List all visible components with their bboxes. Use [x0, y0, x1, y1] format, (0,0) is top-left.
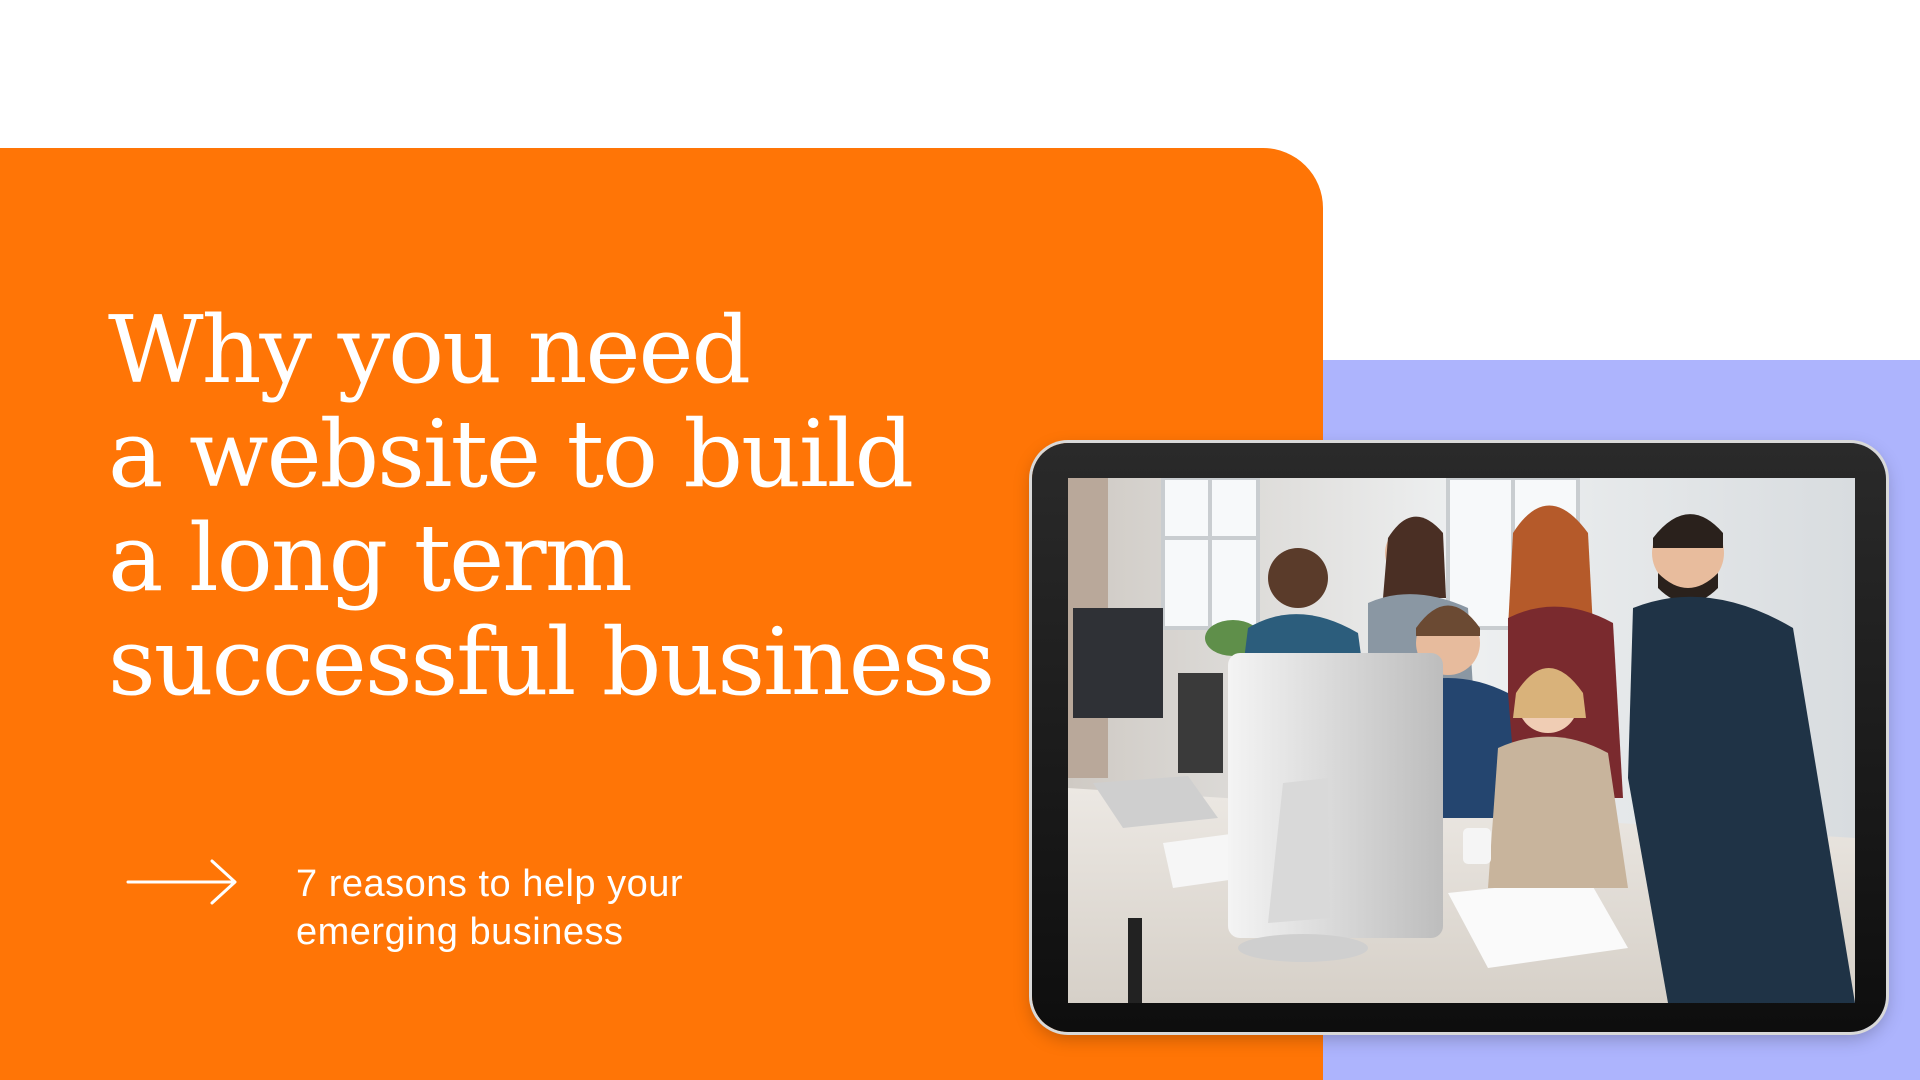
team-photo — [1068, 478, 1855, 1003]
arrow-right-icon — [126, 859, 237, 905]
tablet-screen — [1068, 478, 1855, 1003]
subtitle-line: emerging business — [296, 911, 624, 953]
subtitle-line: 7 reasons to help your — [296, 863, 684, 905]
headline: Why you need a website to build a long t… — [108, 296, 995, 716]
headline-line: Why you need — [108, 296, 751, 404]
subtitle: 7 reasons to help your emerging business — [296, 860, 683, 956]
headline-line: a long term — [108, 504, 633, 612]
headline-line: a website to build — [108, 400, 914, 508]
tablet-frame — [1032, 443, 1886, 1032]
slide: Why you need a website to build a long t… — [0, 0, 1920, 1080]
headline-line: successful business — [108, 608, 995, 716]
